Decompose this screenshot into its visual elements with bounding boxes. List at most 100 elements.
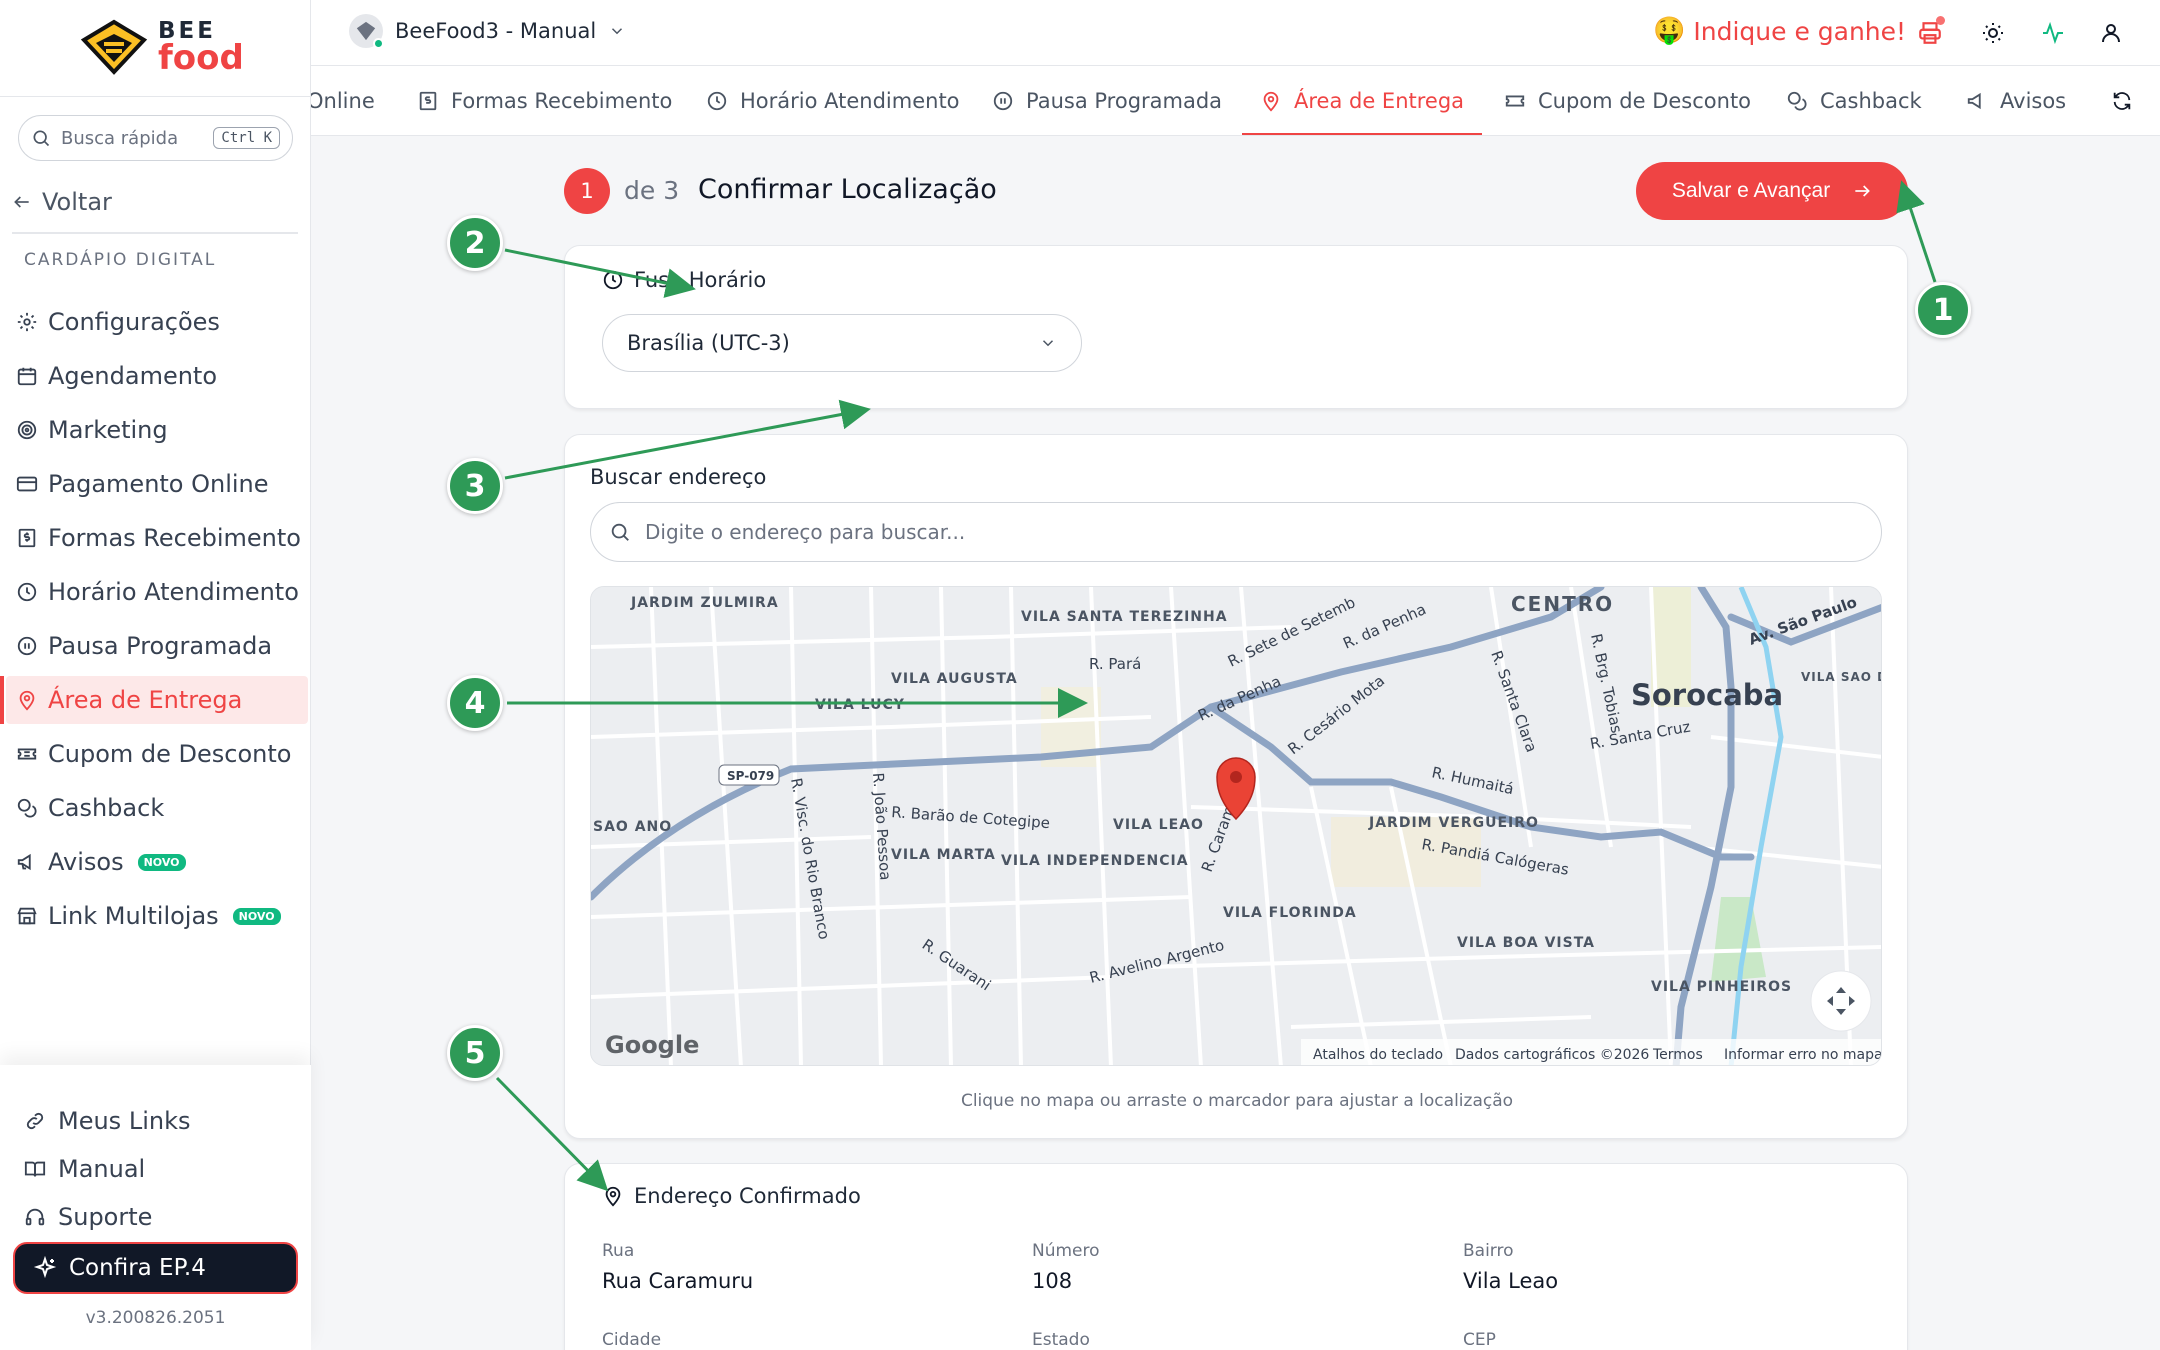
- quick-search[interactable]: Busca rápida Ctrl K: [18, 115, 293, 161]
- map-fullscreen-button[interactable]: [1810, 970, 1872, 1032]
- map-canvas[interactable]: JARDIM ZULMIRA VILA SANTA TEREZINHA VILA…: [591, 587, 1882, 1066]
- map-pin-icon: [605, 1186, 621, 1207]
- map-label-vila-augusta: VILA AUGUSTA: [891, 671, 1018, 687]
- store-selector[interactable]: BeeFood3 - Manual: [349, 14, 626, 49]
- tab-label: Cupom de Desconto: [1538, 89, 1752, 113]
- notification-dot: [1936, 16, 1945, 25]
- confirmed-address-title-text: Endereço Confirmado: [634, 1184, 861, 1208]
- receipt-icon: [419, 91, 437, 111]
- tab-online[interactable]: Online: [311, 66, 375, 135]
- tab-label: Formas Recebimento: [451, 89, 673, 113]
- refer-link[interactable]: 🤑 Indique e ganhe!: [1653, 16, 1906, 46]
- save-and-next-button[interactable]: Salvar e Avançar: [1636, 162, 1908, 220]
- save-button-label: Salvar e Avançar: [1671, 179, 1831, 202]
- activity-icon: [2043, 21, 2063, 45]
- sidebar-item-manual[interactable]: Manual: [24, 1155, 145, 1183]
- megaphone-icon: [17, 853, 31, 871]
- timezone-select[interactable]: Brasília (UTC-3): [602, 314, 1082, 372]
- sidebar-item-label: Formas Recebimento: [48, 524, 301, 552]
- map-label-vila-independencia: VILA INDEPENDENCIA: [1001, 853, 1189, 869]
- sidebar-item-formas-recebimento[interactable]: Formas Recebimento: [6, 514, 308, 562]
- city-label: Cidade: [602, 1330, 662, 1350]
- address-search-input[interactable]: Digite o endereço para buscar...: [590, 502, 1882, 562]
- quick-search-placeholder: Busca rápida: [61, 127, 179, 149]
- tab-label: Avisos: [2000, 89, 2067, 113]
- sidebar-item-pausa-programada[interactable]: Pausa Programada: [6, 622, 308, 670]
- divider: [12, 232, 298, 234]
- activity-button[interactable]: [2038, 18, 2068, 48]
- chevron-down-icon: [612, 28, 623, 35]
- refresh-button[interactable]: [2111, 66, 2133, 135]
- money-face-icon: 🤑: [1653, 16, 1686, 46]
- tab-area-de-entrega[interactable]: Área de Entrega: [1241, 66, 1483, 135]
- sidebar-item-meus-links[interactable]: Meus Links: [24, 1107, 190, 1135]
- confirmed-address-card: Endereço Confirmado Rua Rua Caramuru Núm…: [564, 1163, 1908, 1350]
- calendar-icon: [17, 367, 37, 386]
- clock-icon: [707, 91, 727, 111]
- sidebar-item-area-de-entrega[interactable]: Área de Entrega: [0, 676, 308, 724]
- map-label-vila-boa-vista: VILA BOA VISTA: [1457, 935, 1595, 951]
- location-map[interactable]: JARDIM ZULMIRA VILA SANTA TEREZINHA VILA…: [590, 586, 1882, 1066]
- map-label-vila-marta: VILA MARTA: [891, 847, 996, 863]
- sidebar-item-configuracoes[interactable]: Configurações: [6, 298, 308, 346]
- promo-label: Confira EP.4: [69, 1255, 206, 1281]
- arrow-right-icon: [1855, 185, 1871, 197]
- store-icon: [17, 907, 37, 925]
- ticket-icon: [17, 748, 37, 760]
- promo-button[interactable]: Confira EP.4: [13, 1242, 298, 1294]
- map-hint: Clique no mapa ou arraste o marcador par…: [960, 1091, 1514, 1111]
- map-label-vila-leao: VILA LEAO: [1113, 817, 1204, 833]
- map-keyboard-shortcuts-link[interactable]: Atalhos do teclado: [1313, 1047, 1443, 1063]
- sidebar-item-agendamento[interactable]: Agendamento: [6, 352, 308, 400]
- annotation-badge-4: 4: [447, 675, 503, 731]
- tab-cupom-de-desconto[interactable]: Cupom de Desconto: [1504, 66, 1752, 135]
- printer-button[interactable]: [1915, 16, 1945, 48]
- target-icon: [17, 420, 37, 440]
- timezone-label-text: Fuso Horário: [634, 268, 767, 292]
- headset-icon: [25, 1208, 45, 1226]
- map-report-error-link[interactable]: Informar erro no mapa: [1724, 1047, 1882, 1063]
- sidebar-item-horario-atendimento[interactable]: Horário Atendimento: [6, 568, 308, 616]
- sidebar-item-avisos[interactable]: Avisos NOVO: [6, 838, 308, 886]
- sidebar-item-cupom-de-desconto[interactable]: Cupom de Desconto: [6, 730, 308, 778]
- sidebar-item-label: Agendamento: [48, 362, 218, 390]
- new-badge: NOVO: [137, 853, 186, 871]
- street-value: Rua Caramuru: [602, 1269, 754, 1293]
- beefood-logo[interactable]: BEE food: [78, 18, 244, 76]
- sidebar-item-cashback[interactable]: Cashback: [6, 784, 308, 832]
- step-total: de 3: [624, 176, 680, 205]
- theme-toggle[interactable]: [1978, 18, 2008, 48]
- timezone-label: Fuso Horário: [602, 268, 766, 292]
- credit-card-icon: [16, 476, 38, 492]
- street-label: Rua: [602, 1241, 635, 1261]
- map-label-vila-lucy: VILA LUCY: [815, 697, 905, 713]
- tab-horario-atendimento[interactable]: Horário Atendimento: [706, 66, 960, 135]
- tab-formas-recebimento[interactable]: Formas Recebimento: [417, 66, 673, 135]
- link-icon: [26, 1112, 44, 1130]
- version-label: v3.200826.2051: [85, 1308, 226, 1328]
- map-terms-link[interactable]: Termos: [1652, 1047, 1703, 1063]
- sidebar-item-label: Meus Links: [58, 1107, 191, 1135]
- tab-cashback[interactable]: Cashback: [1786, 66, 1922, 135]
- map-pin-icon: [1263, 91, 1279, 112]
- sidebar-item-link-multilojas[interactable]: Link Multilojas NOVO: [6, 892, 308, 940]
- shortcut-hint: Ctrl K: [213, 127, 280, 149]
- coins-icon: [17, 798, 37, 818]
- user-icon: [2102, 24, 2120, 43]
- back-link[interactable]: Voltar: [12, 188, 112, 216]
- sidebar-item-suporte[interactable]: Suporte: [24, 1203, 152, 1231]
- sidebar-item-pagamento-online[interactable]: Pagamento Online: [6, 460, 308, 508]
- sidebar-item-label: Marketing: [48, 416, 168, 444]
- user-menu-button[interactable]: [2096, 18, 2126, 48]
- map-label-vila-pinheiros: VILA PINHEIROS: [1651, 979, 1792, 995]
- book-icon: [24, 1161, 46, 1177]
- map-label-sorocaba: Sorocaba: [1631, 678, 1783, 712]
- tab-avisos[interactable]: Avisos: [1966, 66, 2067, 135]
- top-bar: BeeFood3 - Manual 🤑 Indique e ganhe!: [311, 0, 2160, 66]
- map-data-attribution: Dados cartográficos ©2026: [1455, 1047, 1649, 1063]
- online-status-dot: [373, 38, 384, 49]
- sparkles-icon: [33, 1256, 57, 1279]
- sidebar-item-marketing[interactable]: Marketing: [6, 406, 308, 454]
- sidebar-item-label: Cashback: [48, 794, 165, 822]
- tab-pausa-programada[interactable]: Pausa Programada: [992, 66, 1222, 135]
